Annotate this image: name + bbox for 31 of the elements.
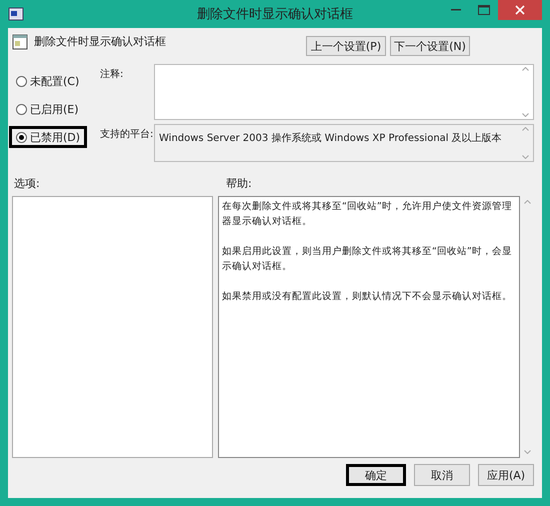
scroll-down-icon[interactable] xyxy=(522,155,528,159)
radio-option[interactable]: 未配置(C) xyxy=(9,70,86,92)
dialog-button[interactable]: 取消 xyxy=(414,464,470,486)
radio-option[interactable]: 已禁用(D) xyxy=(9,126,88,148)
policy-icon xyxy=(8,7,24,21)
scroll-down-icon[interactable] xyxy=(522,113,528,117)
dialog-button[interactable]: 应用(A) xyxy=(478,464,534,486)
policy-title: 删除文件时显示确认对话框 xyxy=(34,34,166,49)
navigation-button[interactable]: 上一个设置(P) xyxy=(306,36,386,56)
comment-field[interactable] xyxy=(154,64,534,120)
policy-icon xyxy=(12,34,28,50)
help-paragraph: 在每次删除文件或将其移至“回收站”时，允许用户使文件资源管理器显示确认对话框。 xyxy=(222,200,513,229)
options-label: 选项: xyxy=(13,176,41,192)
radio-option[interactable]: 已启用(E) xyxy=(9,98,86,120)
dialog-button[interactable]: 确定 xyxy=(346,464,406,486)
scroll-up-icon[interactable] xyxy=(522,127,528,131)
scroll-up-icon[interactable] xyxy=(522,67,528,71)
scroll-up-icon[interactable] xyxy=(524,200,530,204)
help-paragraph: 如果禁用或没有配置此设置，则默认情况下不会显示确认对话框。 xyxy=(222,290,513,304)
scroll-down-icon[interactable] xyxy=(524,450,530,454)
maximize-icon xyxy=(478,5,490,15)
minimize-icon xyxy=(451,9,461,11)
comment-label: 注释: xyxy=(100,68,124,82)
platform-field: Windows Server 2003 操作系统或 Windows XP Professional 及以上版本 xyxy=(154,124,534,162)
platform-label: 支持的平台: xyxy=(100,128,154,142)
close-button[interactable] xyxy=(498,0,542,20)
help-paragraph: 如果启用此设置，则当用户删除文件或将其移至“回收站”时，会显示确认对话框。 xyxy=(222,245,513,274)
navigation-button[interactable]: 下一个设置(N) xyxy=(390,36,470,56)
help-label: 帮助: xyxy=(226,176,252,192)
window-title: 删除文件时显示确认对话框 xyxy=(197,6,353,23)
close-icon xyxy=(515,5,525,15)
